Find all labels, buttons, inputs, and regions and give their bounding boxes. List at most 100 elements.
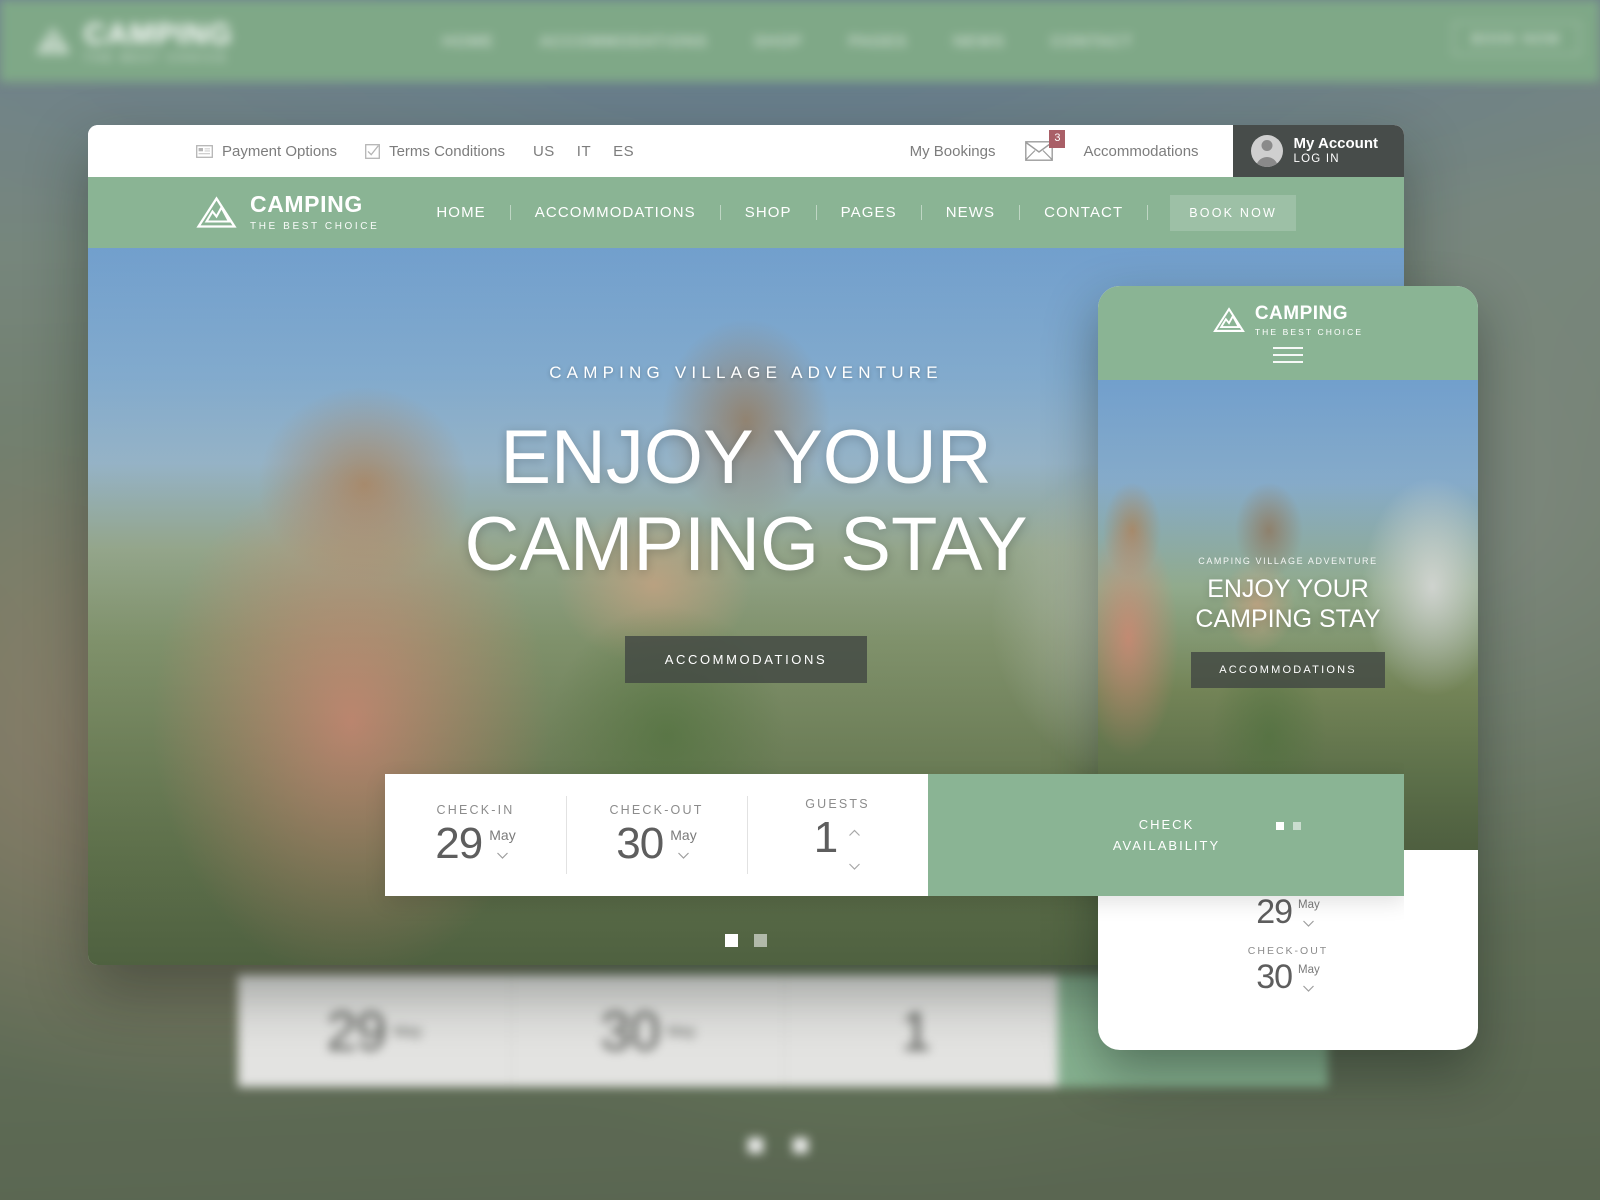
background-nav-links: HOME ACCOMMODATIONS SHOP PAGES NEWS CONT… xyxy=(443,33,1134,50)
hero-title-line-2: CAMPING STAY xyxy=(464,501,1028,587)
nav-item-pages[interactable]: PAGES xyxy=(817,204,921,221)
mobile-hero-title-line-1: ENJOY YOUR xyxy=(1207,575,1369,603)
hero-slider-dot-2[interactable] xyxy=(754,934,767,947)
hero-title-line-1: ENJOY YOUR xyxy=(500,415,992,500)
payment-options-label: Payment Options xyxy=(222,142,338,160)
mobile-checkout-month: May xyxy=(1298,964,1320,977)
background-nav-item: SHOP xyxy=(754,32,803,50)
guests-stepper[interactable] xyxy=(848,815,861,873)
background-nav-item: HOME xyxy=(442,32,495,50)
background-slider-dot xyxy=(748,1138,763,1153)
chevron-down-icon[interactable] xyxy=(496,849,509,862)
book-now-button[interactable]: BOOK NOW xyxy=(1170,194,1296,231)
mobile-hero-kicker: CAMPING VILLAGE ADVENTURE xyxy=(1198,556,1378,566)
checkout-field[interactable]: CHECK-OUT 30 May xyxy=(566,774,747,896)
background-book-now-button: BOOK NOW xyxy=(1453,22,1580,55)
check-availability-button[interactable]: CHECK AVAILABILITY xyxy=(928,774,1404,896)
messages-button[interactable]: 3 xyxy=(1025,130,1066,161)
mobile-accommodations-button[interactable]: ACCOMMODATIONS xyxy=(1191,652,1385,688)
messages-badge: 3 xyxy=(1049,130,1066,148)
payment-options-link[interactable]: Payment Options xyxy=(196,143,337,160)
background-booking-fields: 29 May 30 May 1 xyxy=(238,975,1058,1087)
booking-bar: CHECK-IN 29 May CHECK-OUT 30 May GUESTS … xyxy=(385,774,1404,896)
guests-label: GUESTS xyxy=(805,797,870,811)
brand-title: CAMPING xyxy=(250,191,363,217)
guests-value-wrap: 1 xyxy=(813,813,861,873)
background-navbar: CAMPING THE BEST CHOICE HOME ACCOMMODATI… xyxy=(0,0,1600,82)
background-guests-cell: 1 xyxy=(785,975,1058,1087)
terms-conditions-label: Terms Conditions xyxy=(389,142,505,160)
nav-item-contact[interactable]: CONTACT xyxy=(1020,204,1147,221)
avatar xyxy=(1250,135,1283,167)
background-nav-item: CONTACT xyxy=(1050,32,1134,50)
checkout-value: 30 May xyxy=(616,818,697,868)
checkin-value: 29 May xyxy=(435,818,516,868)
mountain-logo-icon xyxy=(36,27,70,54)
mobile-hero-title-line-2: CAMPING STAY xyxy=(1195,605,1381,633)
chevron-down-icon[interactable] xyxy=(1302,982,1315,995)
nav-item-shop[interactable]: SHOP xyxy=(721,204,816,221)
booking-fields: CHECK-IN 29 May CHECK-OUT 30 May GUESTS … xyxy=(385,774,928,896)
background-nav-item: PAGES xyxy=(848,32,908,50)
mountain-logo-icon xyxy=(196,196,237,228)
utility-right-group: My Bookings 3 Accommodations My Account … xyxy=(880,125,1404,177)
mobile-slider-dots xyxy=(1098,822,1478,830)
checkin-month: May xyxy=(489,826,516,843)
language-us[interactable]: US xyxy=(533,143,555,160)
checkbox-check-icon xyxy=(365,143,381,159)
nav-item-accommodations[interactable]: ACCOMMODATIONS xyxy=(511,204,720,221)
background-checkout-cell: 30 May xyxy=(512,975,786,1087)
brand-tagline: THE BEST CHOICE xyxy=(250,221,380,232)
chevron-up-icon[interactable] xyxy=(848,827,861,840)
hero-kicker: CAMPING VILLAGE ADVENTURE xyxy=(549,363,943,382)
nav-divider xyxy=(1147,205,1149,220)
checkout-label: CHECK-OUT xyxy=(609,802,704,817)
guests-value: 1 xyxy=(813,813,839,862)
account-name: My Account xyxy=(1293,134,1378,152)
mobile-hero-content: CAMPING VILLAGE ADVENTURE ENJOY YOUR CAM… xyxy=(1098,380,1478,688)
background-brand: CAMPING THE BEST CHOICE xyxy=(36,18,233,64)
checkin-field[interactable]: CHECK-IN 29 May xyxy=(385,774,566,896)
mobile-slider-dot-2[interactable] xyxy=(1292,822,1301,830)
background-slider-dot xyxy=(793,1138,808,1153)
hero-slider-dots xyxy=(88,934,1404,947)
screenshot-stage: CAMPING THE BEST CHOICE HOME ACCOMMODATI… xyxy=(0,0,1600,1200)
background-checkin-month: May xyxy=(393,1022,423,1040)
background-nav-item: ACCOMMODATIONS xyxy=(540,32,709,50)
nav-item-home[interactable]: HOME xyxy=(412,204,509,221)
background-checkin-day: 29 xyxy=(326,1000,387,1062)
guests-field[interactable]: GUESTS 1 xyxy=(747,774,928,896)
terms-conditions-link[interactable]: Terms Conditions xyxy=(365,143,505,160)
background-slider-dots xyxy=(748,1138,808,1153)
my-bookings-link[interactable]: My Bookings xyxy=(910,143,996,160)
hero-slider-dot-1[interactable] xyxy=(725,934,738,947)
mobile-slider-dot-1[interactable] xyxy=(1275,822,1284,830)
utility-left-group: Payment Options Terms Conditions US IT E… xyxy=(88,125,656,177)
checkout-month: May xyxy=(670,826,697,843)
nav-item-news[interactable]: NEWS xyxy=(922,204,1019,221)
account-login-label: LOG IN xyxy=(1293,153,1340,166)
hero-accommodations-button[interactable]: ACCOMMODATIONS xyxy=(624,636,868,684)
background-nav-item: NEWS xyxy=(953,32,1005,50)
checkout-day: 30 xyxy=(616,818,664,868)
chevron-down-icon[interactable] xyxy=(677,849,690,862)
main-navbar: CAMPING THE BEST CHOICE HOME ACCOMMODATI… xyxy=(88,177,1404,248)
hero-title: ENJOY YOUR CAMPING STAY xyxy=(464,415,1027,588)
chevron-down-icon[interactable] xyxy=(848,860,861,873)
background-checkout-day: 30 xyxy=(600,1000,660,1062)
background-brand-tagline: THE BEST CHOICE xyxy=(84,52,229,64)
utility-bar: Payment Options Terms Conditions US IT E… xyxy=(88,125,1404,177)
background-checkout-month: May xyxy=(667,1022,696,1040)
language-es[interactable]: ES xyxy=(613,143,634,160)
background-guests-value: 1 xyxy=(900,1000,932,1062)
background-brand-title: CAMPING xyxy=(84,18,233,51)
my-account-button[interactable]: My Account LOG IN xyxy=(1232,125,1404,177)
checkin-day: 29 xyxy=(435,818,483,868)
main-nav-links: HOME ACCOMMODATIONS SHOP PAGES NEWS CONT… xyxy=(412,194,1404,231)
check-availability-line-2: AVAILABILITY xyxy=(1112,838,1221,853)
accommodations-link[interactable]: Accommodations xyxy=(1083,143,1198,160)
language-it[interactable]: IT xyxy=(577,143,591,160)
mobile-hero-title: ENJOY YOUR CAMPING STAY xyxy=(1098,574,1478,634)
checkin-label: CHECK-IN xyxy=(436,802,515,817)
brand-logo[interactable]: CAMPING THE BEST CHOICE xyxy=(196,193,379,232)
